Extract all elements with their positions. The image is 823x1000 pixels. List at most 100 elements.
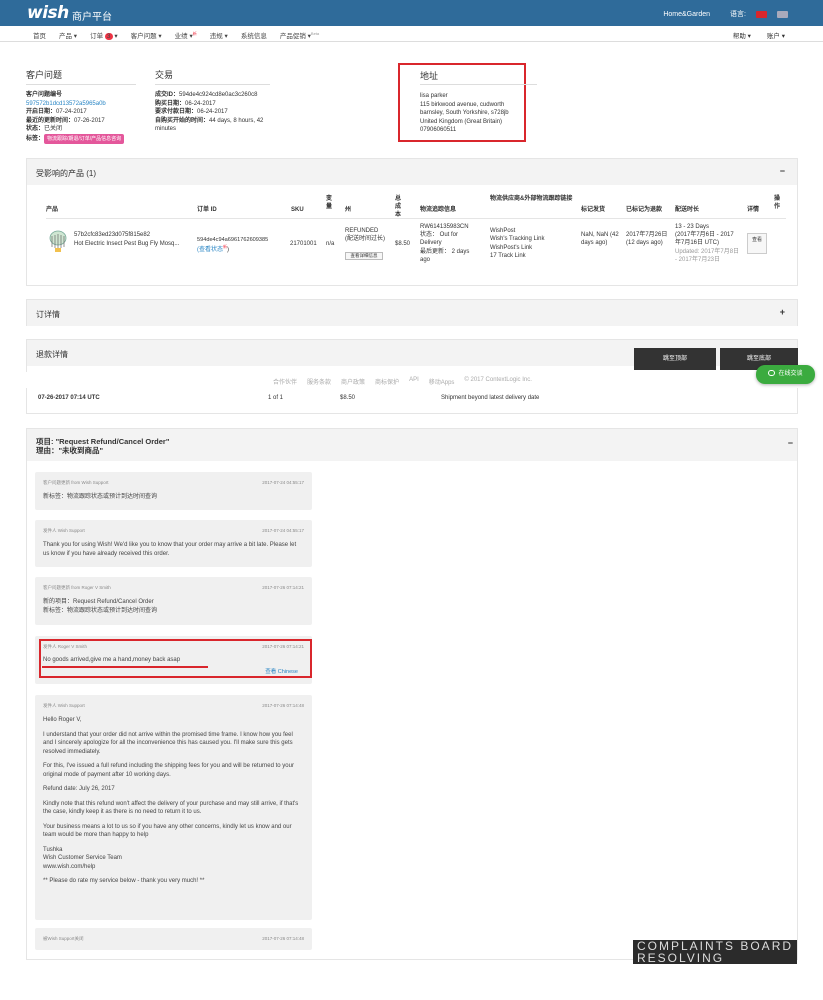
sku-value: 21701001: [290, 241, 317, 247]
uk-flag-icon[interactable]: [777, 10, 788, 18]
refund-details-title: 退款详情: [36, 350, 68, 359]
store-name[interactable]: Home&Garden: [663, 11, 710, 18]
table-header-divider: [46, 218, 786, 219]
buy-date: 06-24-2017: [185, 100, 216, 107]
footer-api-link[interactable]: API: [409, 377, 419, 386]
brand-subtitle: 商户平台: [72, 12, 112, 23]
state-reason: (配送时间过长): [345, 236, 385, 242]
message-body: Hello Roger V, I understand that your or…: [43, 716, 303, 892]
order-status-wrapper: (查看状态新): [197, 243, 289, 254]
order-status-link[interactable]: (查看状态: [197, 247, 223, 253]
jump-to-top-button[interactable]: 跳至顶部: [634, 348, 716, 370]
message-paragraph: I understand that your order did not arr…: [43, 731, 293, 755]
message-item: 发件人 Wish Support 2017-07-26 07:14:48 Hel…: [35, 695, 312, 920]
nav-violations[interactable]: 违规 ▾: [210, 30, 228, 40]
message-sender: 客户问题更新 from Wish Support: [43, 480, 109, 485]
nav-help[interactable]: 帮助 ▾: [733, 30, 751, 40]
cn-flag-icon[interactable]: [756, 10, 767, 18]
state-value: REFUNDED: [345, 228, 379, 234]
order-details-header[interactable]: 订详情 +: [27, 300, 797, 326]
wishpost-link[interactable]: WishPost's Link: [490, 244, 532, 252]
wish-logo[interactable]: wish: [27, 3, 69, 23]
nav-promotions-sup: Beta: [310, 30, 320, 36]
ship-range: 13 - 23 Days: [675, 224, 710, 230]
refund-reason: Shipment beyond latest delivery date: [441, 395, 540, 401]
ticket-id[interactable]: 597572b1dcd13572a5965a0b: [26, 100, 151, 109]
nav-promotions-label: 产品促销 ▾: [279, 33, 311, 40]
product-thumbnail-icon[interactable]: [46, 229, 70, 253]
col-tracking: 物流追踪信息: [420, 207, 457, 213]
address-line: lisa parker: [420, 93, 448, 99]
collapse-icon[interactable]: −: [780, 166, 785, 176]
nav-orders[interactable]: 订单 3 ▾: [90, 30, 118, 40]
nav-performance-sup: 新: [192, 30, 197, 36]
message-item: 客户问题更新 from Wish Support 2017-07-24 04:5…: [35, 472, 312, 510]
chat-bubble-icon: [768, 370, 776, 376]
nav-orders-label: 订单: [90, 33, 104, 40]
order-details-title: 订详情: [36, 310, 60, 319]
footer-mobile-link[interactable]: 移动Apps: [429, 377, 455, 386]
detail-view-button[interactable]: 查看: [747, 233, 767, 254]
nav-account[interactable]: 账户 ▾: [767, 30, 785, 40]
tracking-number[interactable]: RW614135983CN: [420, 223, 469, 231]
footer-policy-link[interactable]: 商户政策: [341, 377, 365, 386]
ticket-info: 客户问题编号 597572b1dcd13572a5965a0b 开启日期：07-…: [26, 91, 151, 144]
message-sender: 客户问题更新 from Roger V Smith: [43, 585, 111, 590]
nav-promotions[interactable]: 产品促销 ▾Beta: [280, 30, 319, 40]
req-date: 06-24-2017: [197, 109, 228, 115]
nav-performance[interactable]: 业绩 ▾新: [175, 30, 197, 40]
footer-partners-link[interactable]: 合作伙伴: [273, 377, 297, 386]
message-time: 2017-07-24 04:55:17: [262, 528, 304, 533]
open-date-label: 开启日期：: [26, 109, 57, 115]
refund-date: 07-26-2017 07:14 UTC: [38, 395, 100, 401]
col-refund: 已标记为退款: [626, 207, 663, 213]
orders-badge: 3: [104, 33, 113, 40]
message-line: 新标签：物流跟踪状态或预计到达时间查询: [43, 607, 158, 614]
col-op: 操作: [774, 196, 781, 210]
live-chat-button[interactable]: 在线交谈: [756, 365, 815, 384]
nav-products[interactable]: 产品 ▾: [59, 30, 77, 40]
message-signature: Tushka Wish Customer Service Team www.wi…: [43, 846, 122, 870]
affected-products-header[interactable]: 受影响的产品 (1) −: [27, 159, 797, 185]
message-sender: 发件人 Wish Support: [43, 528, 85, 533]
open-date: 07-24-2017: [56, 109, 87, 115]
message-body: Thank you for using Wish! We'd like you …: [43, 542, 297, 557]
provider-name: WishPost: [490, 228, 516, 234]
buy-date-label: 购买日期：: [155, 100, 186, 107]
nav-home[interactable]: 首页: [33, 30, 46, 40]
txn-id: 594de4c924cd8e0ac3c260c8: [179, 92, 258, 98]
col-ship: 配送时长: [675, 207, 700, 213]
product-id[interactable]: 57b2cfc83ed23d075f815e82: [74, 231, 150, 239]
message-paragraph: Your business means a lot to us so if yo…: [43, 823, 292, 839]
wish-tracking-link[interactable]: Wish's Tracking Link: [490, 235, 545, 243]
footer-trademark-link[interactable]: 商标保护: [375, 377, 399, 386]
col-provider: 物流供应商&外部物流跟踪链接: [490, 196, 573, 202]
txn-id-label: 成交ID：: [155, 92, 180, 98]
col-order: 订单 ID: [197, 207, 217, 213]
live-chat-label: 在线交谈: [778, 371, 803, 377]
message-item: 发件人 Wish Support 2017-07-24 04:55:17 Tha…: [35, 520, 312, 567]
address-line: 115 birkwood avenue, cudworth: [420, 101, 505, 108]
17track-link[interactable]: 17 Track Link: [490, 252, 526, 260]
view-details-button[interactable]: 查看详细信息: [345, 252, 383, 260]
message-paragraph: Kindly note that this refund won't affec…: [43, 800, 299, 816]
footer-terms-link[interactable]: 服务条款: [307, 377, 331, 386]
nav-system-info[interactable]: 系统信息: [241, 30, 267, 40]
thread-reason: 理由："未收到商品": [36, 446, 104, 455]
qty-value: n/a: [326, 241, 335, 247]
main-nav: 首页 产品 ▾ 订单 3 ▾ 客户问题 ▾ 业绩 ▾新 违规 ▾ 系统信息 产品…: [0, 26, 823, 42]
message-item: 客户问题更新 from Roger V Smith 2017-07-26 07:…: [35, 577, 312, 625]
nav-performance-label: 业绩 ▾: [174, 33, 193, 40]
expand-icon[interactable]: +: [780, 307, 785, 317]
affected-products-panel: 受影响的产品 (1) −: [26, 158, 798, 286]
since-label: 自购买开始的时间：: [155, 117, 210, 124]
footer-copyright: © 2017 ContextLogic Inc.: [464, 377, 532, 383]
collapse-icon[interactable]: −: [788, 438, 793, 448]
col-detail: 详情: [747, 207, 760, 213]
total-value: $8.50: [395, 241, 411, 247]
ticket-status: 已关闭: [44, 126, 63, 132]
transaction-info: 成交ID：594de4c924cd8e0ac3c260c8 购买日期：06-24…: [155, 91, 275, 134]
order-status-close: ): [227, 247, 229, 253]
tracking-status: 状态： Out for Delivery: [420, 232, 459, 246]
nav-customer-issues[interactable]: 客户问题 ▾: [131, 30, 162, 40]
